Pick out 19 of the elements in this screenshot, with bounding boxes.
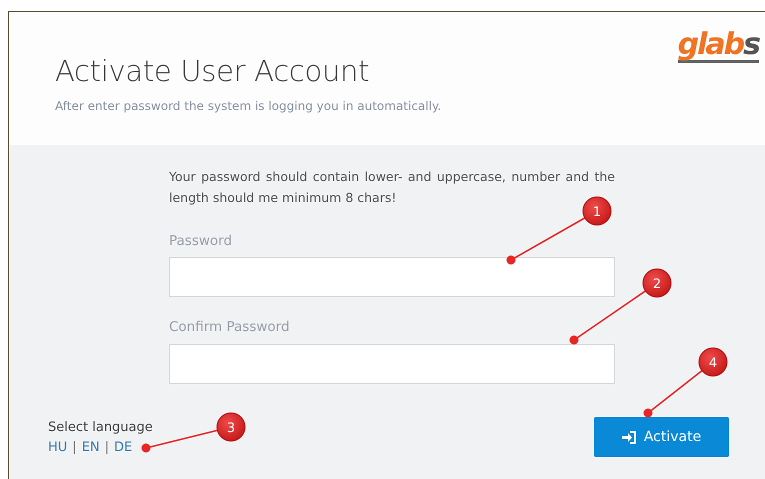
callout-badge: 2 (642, 268, 672, 298)
password-field[interactable] (169, 344, 615, 384)
logo: glabs (678, 30, 759, 63)
callout-badge: 4 (698, 348, 728, 376)
page-subtitle: After enter password the system is logging you in automatically. (55, 98, 442, 115)
callout-badge: 1 (582, 196, 612, 226)
separator: | (72, 438, 77, 456)
password-field[interactable] (169, 257, 615, 298)
sign-in-icon (622, 430, 636, 444)
language-label: Select language (48, 419, 153, 437)
language-link[interactable]: DE (114, 438, 132, 457)
callout-badge: 3 (216, 412, 246, 442)
field-label: Confirm Password (169, 318, 291, 338)
field-label: Password (169, 232, 234, 251)
page-title: Activate User Account (55, 54, 370, 89)
language-link[interactable]: HU (48, 438, 68, 457)
activate-button[interactable]: Activate (594, 417, 729, 457)
language-link[interactable]: EN (82, 438, 100, 457)
separator: | (104, 438, 110, 456)
